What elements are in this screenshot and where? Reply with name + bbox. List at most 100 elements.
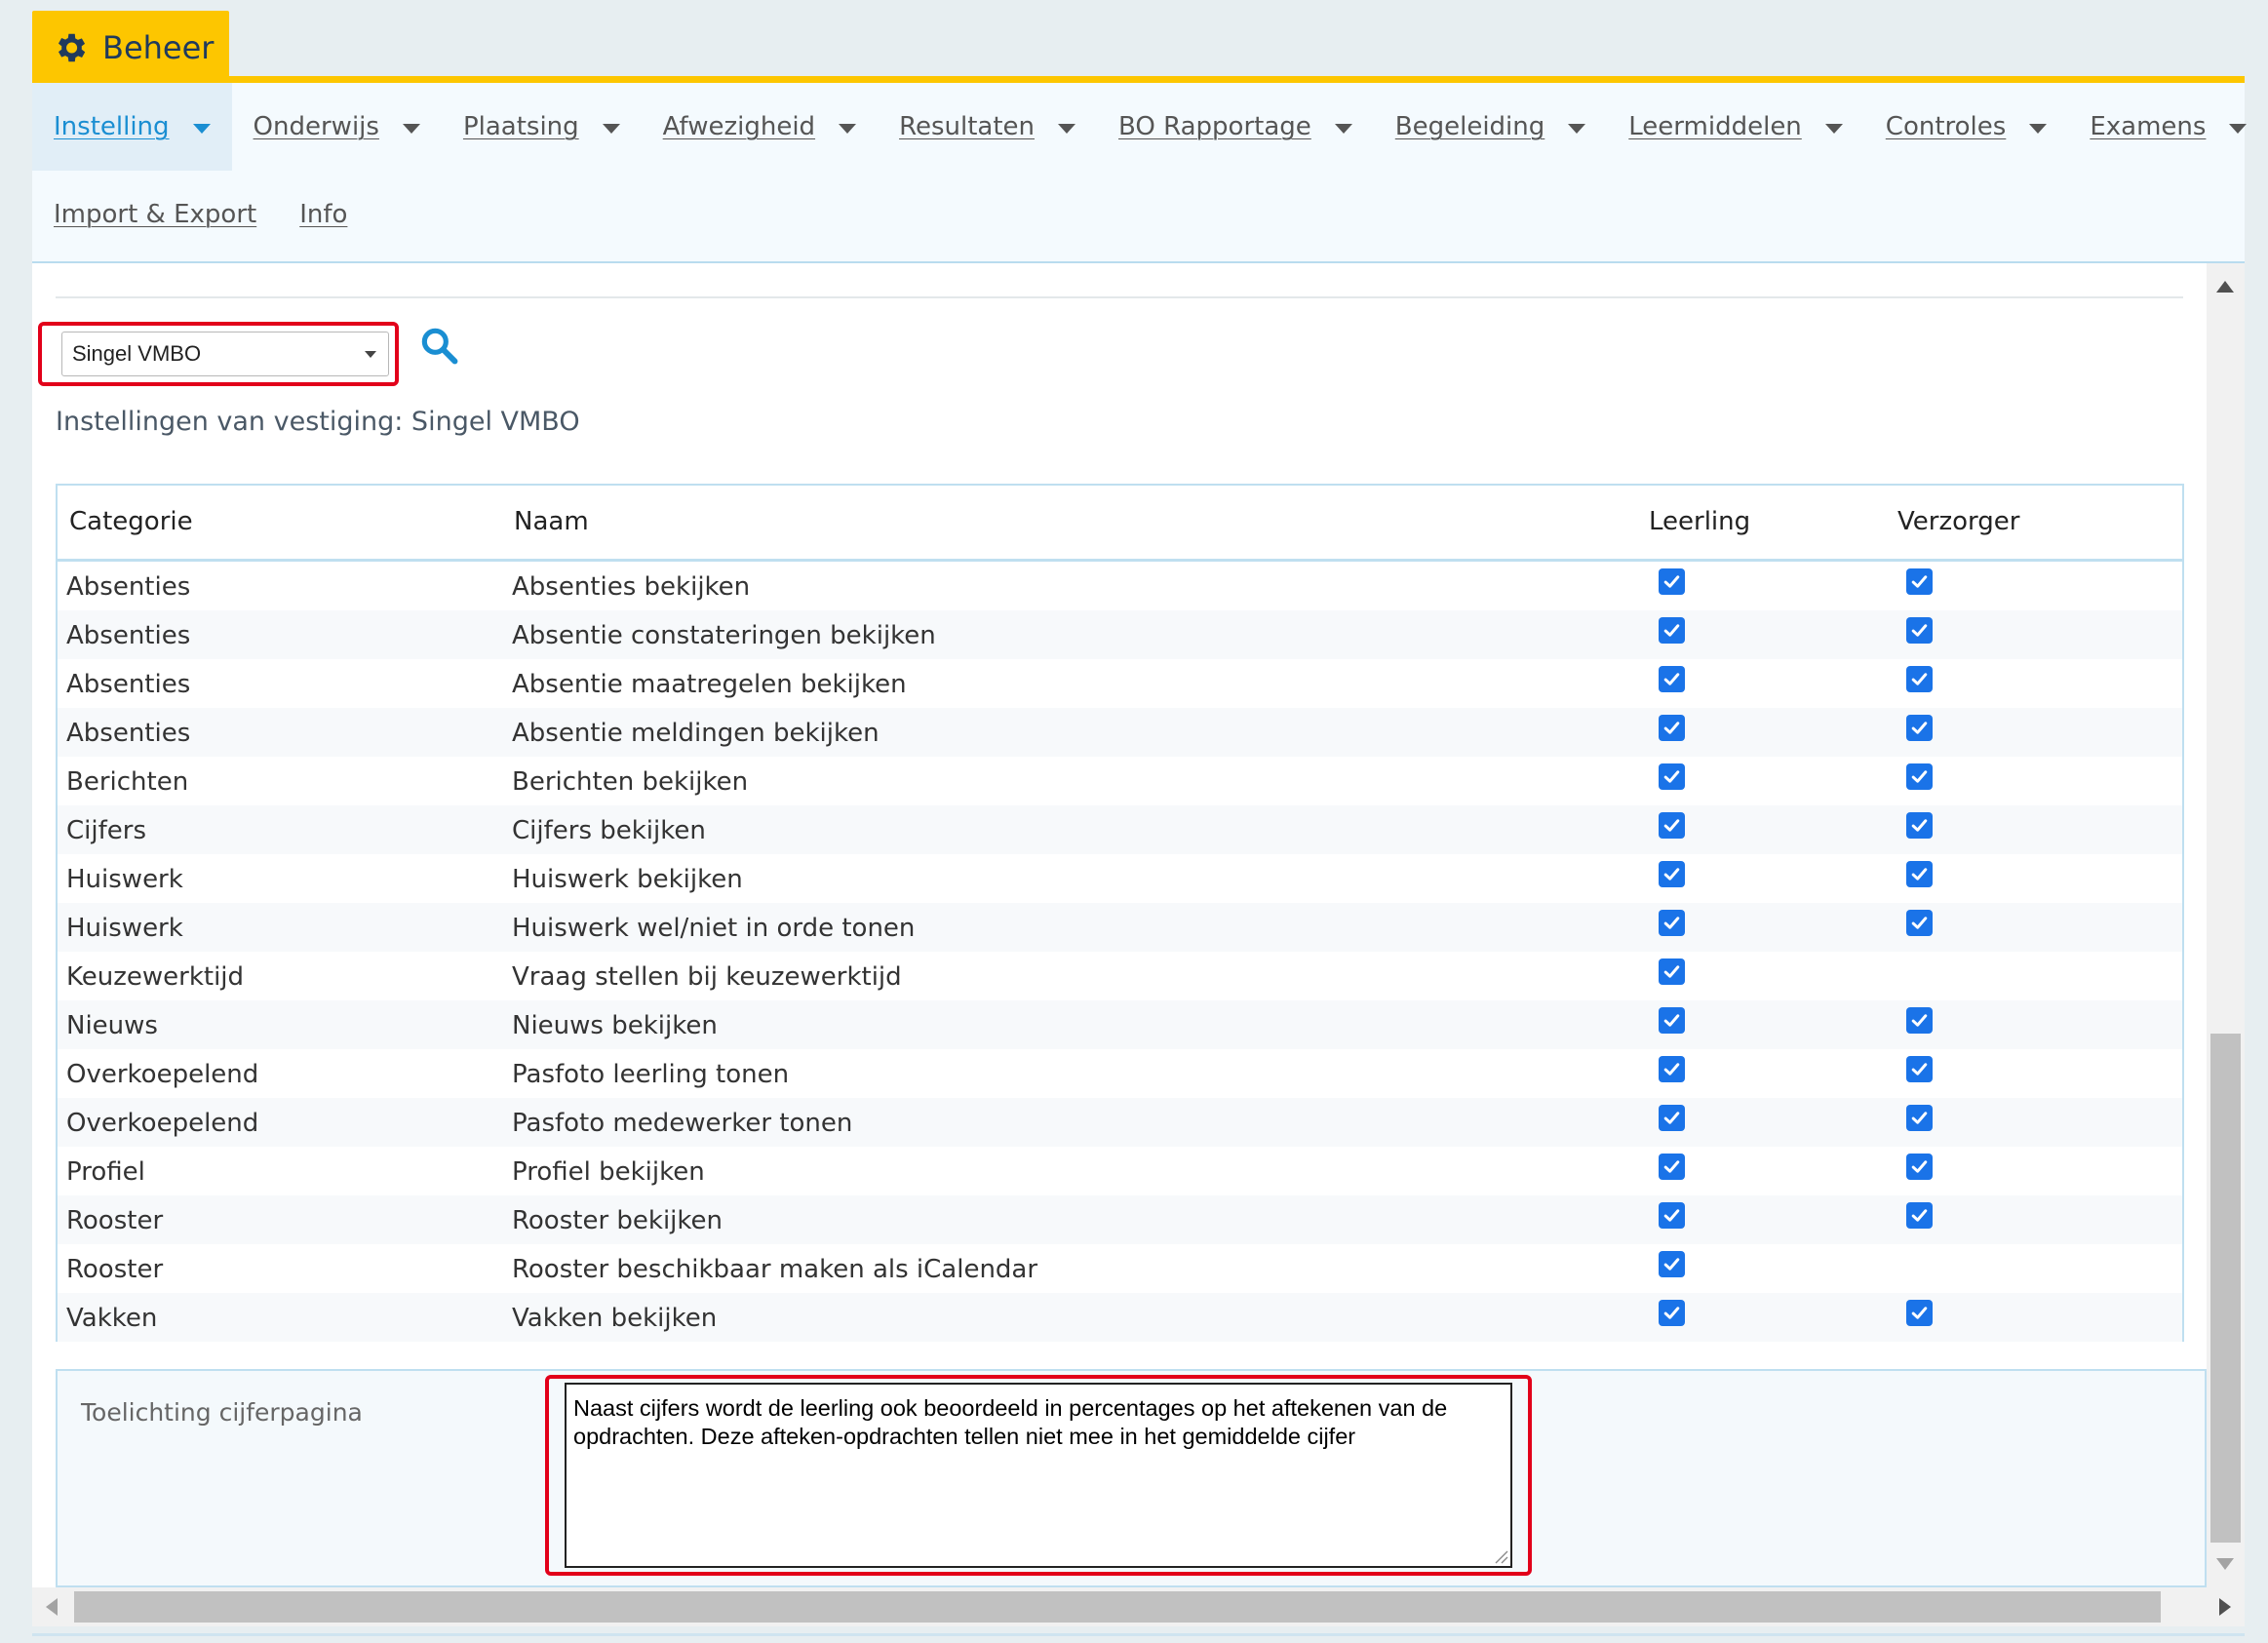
table-row: Huiswerk Huiswerk wel/niet in orde tonen xyxy=(58,903,2182,952)
header-verzorger: Verzorger xyxy=(1897,507,2020,536)
verzorger-checkbox[interactable] xyxy=(1906,1154,1933,1180)
menu-instelling[interactable]: Instelling xyxy=(32,83,232,171)
verzorger-checkbox[interactable] xyxy=(1906,666,1933,692)
note-textarea[interactable]: Naast cijfers wordt de leerling ook beoo… xyxy=(565,1383,1512,1568)
settings-table: Categorie Naam Leerling Verzorger Absent… xyxy=(56,484,2184,1342)
menu-onderwijs[interactable]: Onderwijs xyxy=(232,83,442,171)
header-categorie: Categorie xyxy=(69,507,193,536)
accent-strip xyxy=(32,76,2245,83)
cell-naam: Absentie maatregelen bekijken xyxy=(512,670,907,699)
menu-bo-rapportage[interactable]: BO Rapportage xyxy=(1097,83,1374,171)
main-menu: Instelling Onderwijs Plaatsing Afwezighe… xyxy=(32,83,2248,263)
header-leerling: Leerling xyxy=(1649,507,1751,536)
cell-categorie: Huiswerk xyxy=(66,914,183,943)
leerling-checkbox[interactable] xyxy=(1659,1056,1685,1082)
cell-naam: Cijfers bekijken xyxy=(512,816,706,845)
verzorger-checkbox[interactable] xyxy=(1906,861,1933,887)
leerling-checkbox[interactable] xyxy=(1659,812,1685,839)
caret-down-icon xyxy=(1568,123,1586,134)
leerling-checkbox[interactable] xyxy=(1659,763,1685,790)
verzorger-checkbox[interactable] xyxy=(1906,1056,1933,1082)
menu-plaatsing[interactable]: Plaatsing xyxy=(442,83,642,171)
leerling-checkbox[interactable] xyxy=(1659,617,1685,644)
menu-row-1: Instelling Onderwijs Plaatsing Afwezighe… xyxy=(32,83,2268,171)
leerling-checkbox[interactable] xyxy=(1659,1300,1685,1326)
gear-icon xyxy=(58,33,86,61)
cell-naam: Huiswerk wel/niet in orde tonen xyxy=(512,914,916,943)
caret-down-icon xyxy=(2229,123,2248,134)
cell-categorie: Vakken xyxy=(66,1304,158,1333)
cell-categorie: Absenties xyxy=(66,572,191,602)
note-section: Toelichting cijferpagina Naast cijfers w… xyxy=(56,1369,2207,1587)
location-select[interactable]: Singel VMBO xyxy=(61,332,389,376)
scroll-left-arrow-icon[interactable] xyxy=(46,1598,58,1616)
leerling-checkbox[interactable] xyxy=(1659,1154,1685,1180)
table-row: Huiswerk Huiswerk bekijken xyxy=(58,854,2182,903)
table-row: Absenties Absenties bekijken xyxy=(58,562,2182,610)
verzorger-checkbox[interactable] xyxy=(1906,617,1933,644)
verzorger-checkbox[interactable] xyxy=(1906,1300,1933,1326)
cell-naam: Huiswerk bekijken xyxy=(512,865,743,894)
verzorger-checkbox[interactable] xyxy=(1906,1105,1933,1131)
caret-down-icon xyxy=(1058,123,1075,134)
caret-down-icon xyxy=(402,123,420,134)
table-row: Absenties Absentie meldingen bekijken xyxy=(58,708,2182,757)
leerling-checkbox[interactable] xyxy=(1659,1202,1685,1229)
leerling-checkbox[interactable] xyxy=(1659,1007,1685,1034)
cell-naam: Pasfoto leerling tonen xyxy=(512,1060,790,1089)
cell-naam: Nieuws bekijken xyxy=(512,1011,718,1040)
menu-import-export[interactable]: Import & Export xyxy=(32,171,278,258)
leerling-checkbox[interactable] xyxy=(1659,910,1685,936)
menu-controles[interactable]: Controles xyxy=(1864,83,2069,171)
menu-resultaten[interactable]: Resultaten xyxy=(878,83,1097,171)
menu-examens[interactable]: Examens xyxy=(2068,83,2268,171)
scroll-up-arrow-icon[interactable] xyxy=(2216,281,2234,293)
verzorger-checkbox[interactable] xyxy=(1906,910,1933,936)
caret-down-icon xyxy=(602,123,620,134)
verzorger-checkbox[interactable] xyxy=(1906,568,1933,595)
app-title-tab[interactable]: Beheer xyxy=(32,11,229,84)
resize-grip-icon[interactable] xyxy=(1493,1548,1508,1564)
table-row: Nieuws Nieuws bekijken xyxy=(58,1000,2182,1049)
vertical-scroll-thumb[interactable] xyxy=(2210,1034,2241,1543)
leerling-checkbox[interactable] xyxy=(1659,568,1685,595)
cell-naam: Berichten bekijken xyxy=(512,767,749,797)
horizontal-scroll-thumb[interactable] xyxy=(74,1591,2161,1623)
verzorger-checkbox[interactable] xyxy=(1906,1007,1933,1034)
leerling-checkbox[interactable] xyxy=(1659,958,1685,985)
footer-divider xyxy=(32,1633,2245,1636)
menu-info[interactable]: Info xyxy=(278,171,369,258)
cell-categorie: Huiswerk xyxy=(66,865,183,894)
menu-begeleiding[interactable]: Begeleiding xyxy=(1374,83,1608,171)
app-title: Beheer xyxy=(102,28,215,66)
leerling-checkbox[interactable] xyxy=(1659,861,1685,887)
cell-naam: Vraag stellen bij keuzewerktijd xyxy=(512,962,902,992)
leerling-checkbox[interactable] xyxy=(1659,715,1685,741)
leerling-checkbox[interactable] xyxy=(1659,1105,1685,1131)
verzorger-checkbox[interactable] xyxy=(1906,715,1933,741)
cell-naam: Vakken bekijken xyxy=(512,1304,718,1333)
verzorger-checkbox[interactable] xyxy=(1906,1202,1933,1229)
search-icon[interactable] xyxy=(417,324,460,367)
leerling-checkbox[interactable] xyxy=(1659,666,1685,692)
vertical-scrollbar[interactable] xyxy=(2207,263,2245,1587)
table-body: Absenties Absenties bekijken Absenties Abse… xyxy=(58,562,2182,1342)
cell-naam: Absentie constateringen bekijken xyxy=(512,621,936,650)
verzorger-checkbox[interactable] xyxy=(1906,812,1933,839)
menu-afwezigheid[interactable]: Afwezigheid xyxy=(642,83,878,171)
scroll-right-arrow-icon[interactable] xyxy=(2219,1598,2231,1616)
caret-down-icon xyxy=(192,123,211,134)
menu-leermiddelen[interactable]: Leermiddelen xyxy=(1607,83,1864,171)
content-panel: Singel VMBO Instellingen van vestiging: … xyxy=(32,263,2207,1587)
verzorger-checkbox[interactable] xyxy=(1906,763,1933,790)
horizontal-scrollbar[interactable] xyxy=(32,1587,2245,1626)
header-naam: Naam xyxy=(514,507,589,536)
scroll-down-arrow-icon[interactable] xyxy=(2216,1558,2234,1570)
table-row: Absenties Absentie maatregelen bekijken xyxy=(58,659,2182,708)
table-row: Rooster Rooster bekijken xyxy=(58,1195,2182,1244)
leerling-checkbox[interactable] xyxy=(1659,1251,1685,1277)
cell-categorie: Cijfers xyxy=(66,816,146,845)
cell-naam: Pasfoto medewerker tonen xyxy=(512,1109,853,1138)
dropdown-arrow-icon xyxy=(365,351,376,358)
cell-categorie: Rooster xyxy=(66,1206,164,1235)
